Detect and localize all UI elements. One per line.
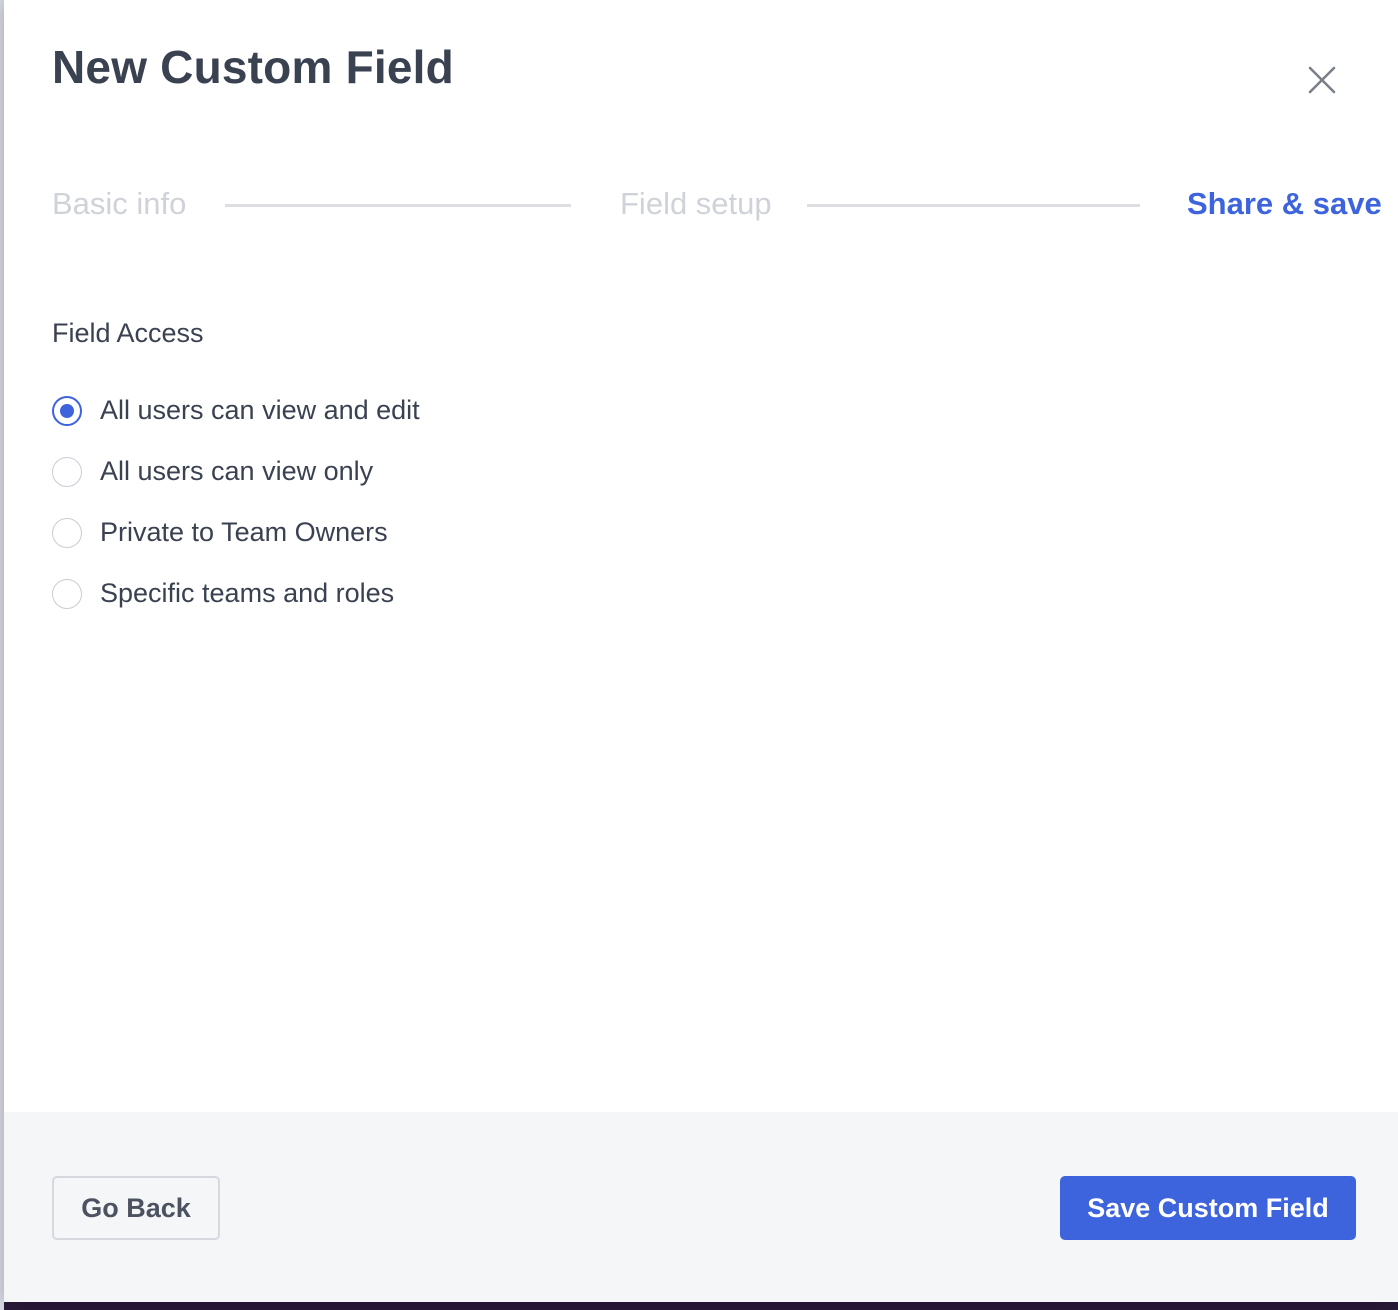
radio-option-private-to-team-owners[interactable]: Private to Team Owners	[52, 502, 752, 563]
wizard-stepper: Basic info Field setup Share & save	[52, 180, 1382, 230]
step-field-setup[interactable]: Field setup	[620, 180, 772, 228]
modal-footer: Go Back Save Custom Field	[4, 1112, 1398, 1302]
radio-button-checked[interactable]	[52, 395, 82, 426]
radio-label: All users can view and edit	[100, 395, 420, 425]
radio-label: Specific teams and roles	[100, 578, 395, 608]
radio-option-view-only[interactable]: All users can view only	[52, 441, 752, 502]
close-button[interactable]	[1304, 62, 1340, 98]
radio-button[interactable]	[52, 456, 82, 487]
save-custom-field-button[interactable]: Save Custom Field	[1060, 1176, 1356, 1240]
step-basic-info[interactable]: Basic info	[52, 180, 186, 228]
radio-label: All users can view only	[100, 456, 374, 486]
close-icon	[1308, 66, 1336, 94]
radio-option-specific-teams-and-roles[interactable]: Specific teams and roles	[52, 563, 752, 624]
step-share-and-save[interactable]: Share & save	[1187, 180, 1382, 228]
radio-button[interactable]	[52, 517, 82, 548]
modal-title: New Custom Field	[52, 41, 454, 93]
step-connector-line	[225, 204, 571, 207]
go-back-button[interactable]: Go Back	[52, 1176, 220, 1240]
field-access-radio-group: All users can view and edit All users ca…	[52, 380, 752, 624]
new-custom-field-modal: New Custom Field Basic info Field setup …	[4, 0, 1398, 1302]
radio-label: Private to Team Owners	[100, 517, 388, 547]
step-connector-line	[807, 204, 1140, 207]
radio-option-view-and-edit[interactable]: All users can view and edit	[52, 380, 752, 441]
field-access-label: Field Access	[52, 318, 204, 348]
radio-button[interactable]	[52, 578, 82, 609]
